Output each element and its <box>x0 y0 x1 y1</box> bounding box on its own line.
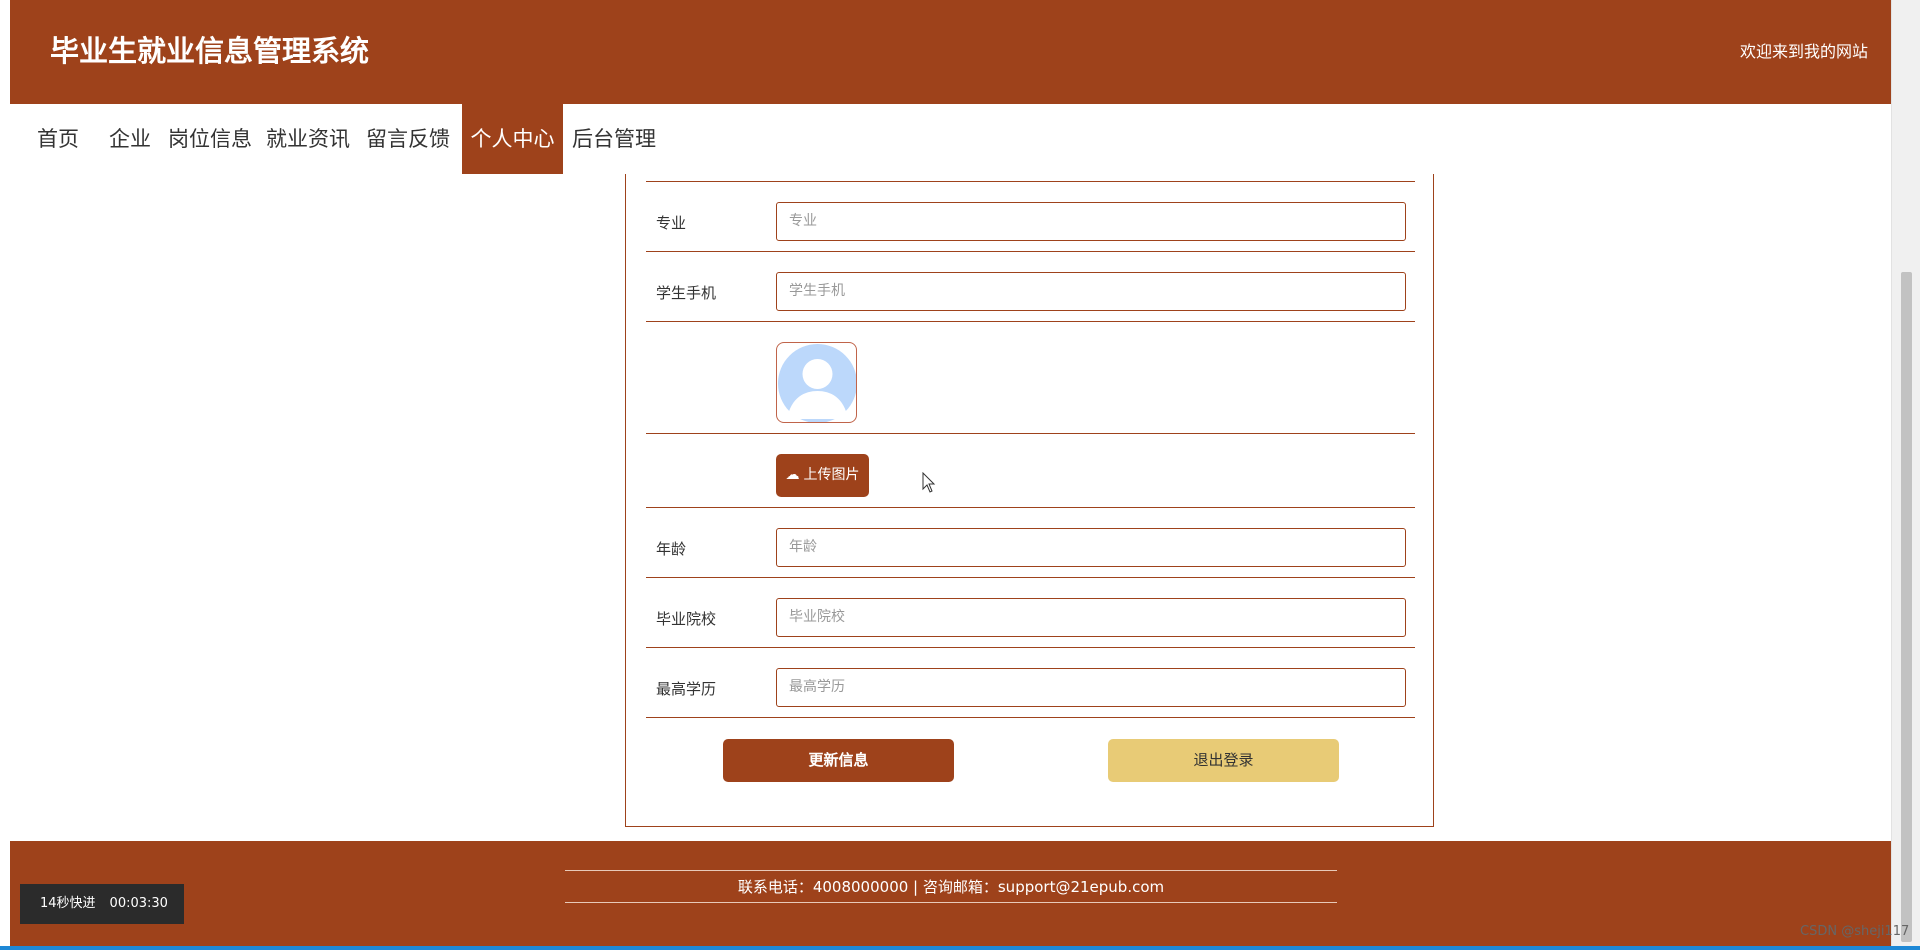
age-input[interactable]: 年龄 <box>776 528 1406 567</box>
school-input[interactable]: 毕业院校 <box>776 598 1406 637</box>
nav-item-home[interactable]: 首页 <box>30 104 86 174</box>
major-label: 专业 <box>656 214 687 232</box>
scrollbar-thumb[interactable] <box>1901 272 1912 942</box>
nav-item-feedback[interactable]: 留言反馈 <box>360 104 456 174</box>
row-divider <box>646 507 1415 508</box>
phone-label: 学生手机 <box>656 284 717 302</box>
school-label: 毕业院校 <box>656 610 717 628</box>
upload-image-button[interactable]: ☁ 上传图片 <box>776 454 869 497</box>
nav-item-personal-center[interactable]: 个人中心 <box>462 104 563 174</box>
video-timestamp: 00:03:30 <box>109 896 168 911</box>
row-divider <box>646 717 1415 718</box>
row-divider <box>646 647 1415 648</box>
nav-item-admin[interactable]: 后台管理 <box>566 104 662 174</box>
upload-image-label: 上传图片 <box>803 467 860 483</box>
window-edge <box>0 0 10 950</box>
nav-item-company[interactable]: 企业 <box>102 104 158 174</box>
update-info-button[interactable]: 更新信息 <box>723 739 954 782</box>
education-label: 最高学历 <box>656 680 717 698</box>
row-divider <box>646 181 1415 182</box>
age-label: 年龄 <box>656 540 687 558</box>
footer-contact: 联系电话：4008000000 | 咨询邮箱：support@21epub.co… <box>737 878 1165 896</box>
profile-form-panel: 专业 专业 学生手机 学生手机 ☁ 上传图片 年龄 年龄 毕业院校 毕业院校 最高… <box>625 174 1434 827</box>
footer-divider <box>565 902 1337 903</box>
page-scrollbar[interactable] <box>1891 0 1920 950</box>
video-progress-bar[interactable] <box>0 946 1920 950</box>
row-divider <box>646 251 1415 252</box>
fast-forward-label: 14秒快进 <box>40 896 96 911</box>
avatar <box>776 342 857 423</box>
site-title: 毕业生就业信息管理系统 <box>50 34 370 68</box>
nav-item-jobs[interactable]: 岗位信息 <box>162 104 258 174</box>
default-user-avatar-icon <box>778 344 856 422</box>
footer-divider <box>565 870 1337 871</box>
phone-input[interactable]: 学生手机 <box>776 272 1406 311</box>
education-input[interactable]: 最高学历 <box>776 668 1406 707</box>
cloud-upload-icon: ☁ <box>785 467 800 483</box>
site-footer: 联系电话：4008000000 | 咨询邮箱：support@21epub.co… <box>10 841 1892 950</box>
page: 毕业生就业信息管理系统 欢迎来到我的网站 首页 企业 岗位信息 就业资讯 留言反… <box>10 0 1892 950</box>
logout-button[interactable]: 退出登录 <box>1108 739 1339 782</box>
welcome-text: 欢迎来到我的网站 <box>1739 42 1868 61</box>
video-fast-forward-overlay[interactable]: 14秒快进 00:03:30 <box>20 884 184 924</box>
mouse-cursor-icon <box>922 472 936 493</box>
row-divider <box>646 577 1415 578</box>
watermark-text: CSDN @sheji117 <box>1800 924 1910 939</box>
major-input[interactable]: 专业 <box>776 202 1406 241</box>
site-header: 毕业生就业信息管理系统 欢迎来到我的网站 <box>10 0 1892 104</box>
row-divider <box>646 321 1415 322</box>
nav-item-news[interactable]: 就业资讯 <box>260 104 356 174</box>
main-nav: 首页 企业 岗位信息 就业资讯 留言反馈 个人中心 后台管理 <box>10 104 1892 174</box>
row-divider <box>646 433 1415 434</box>
